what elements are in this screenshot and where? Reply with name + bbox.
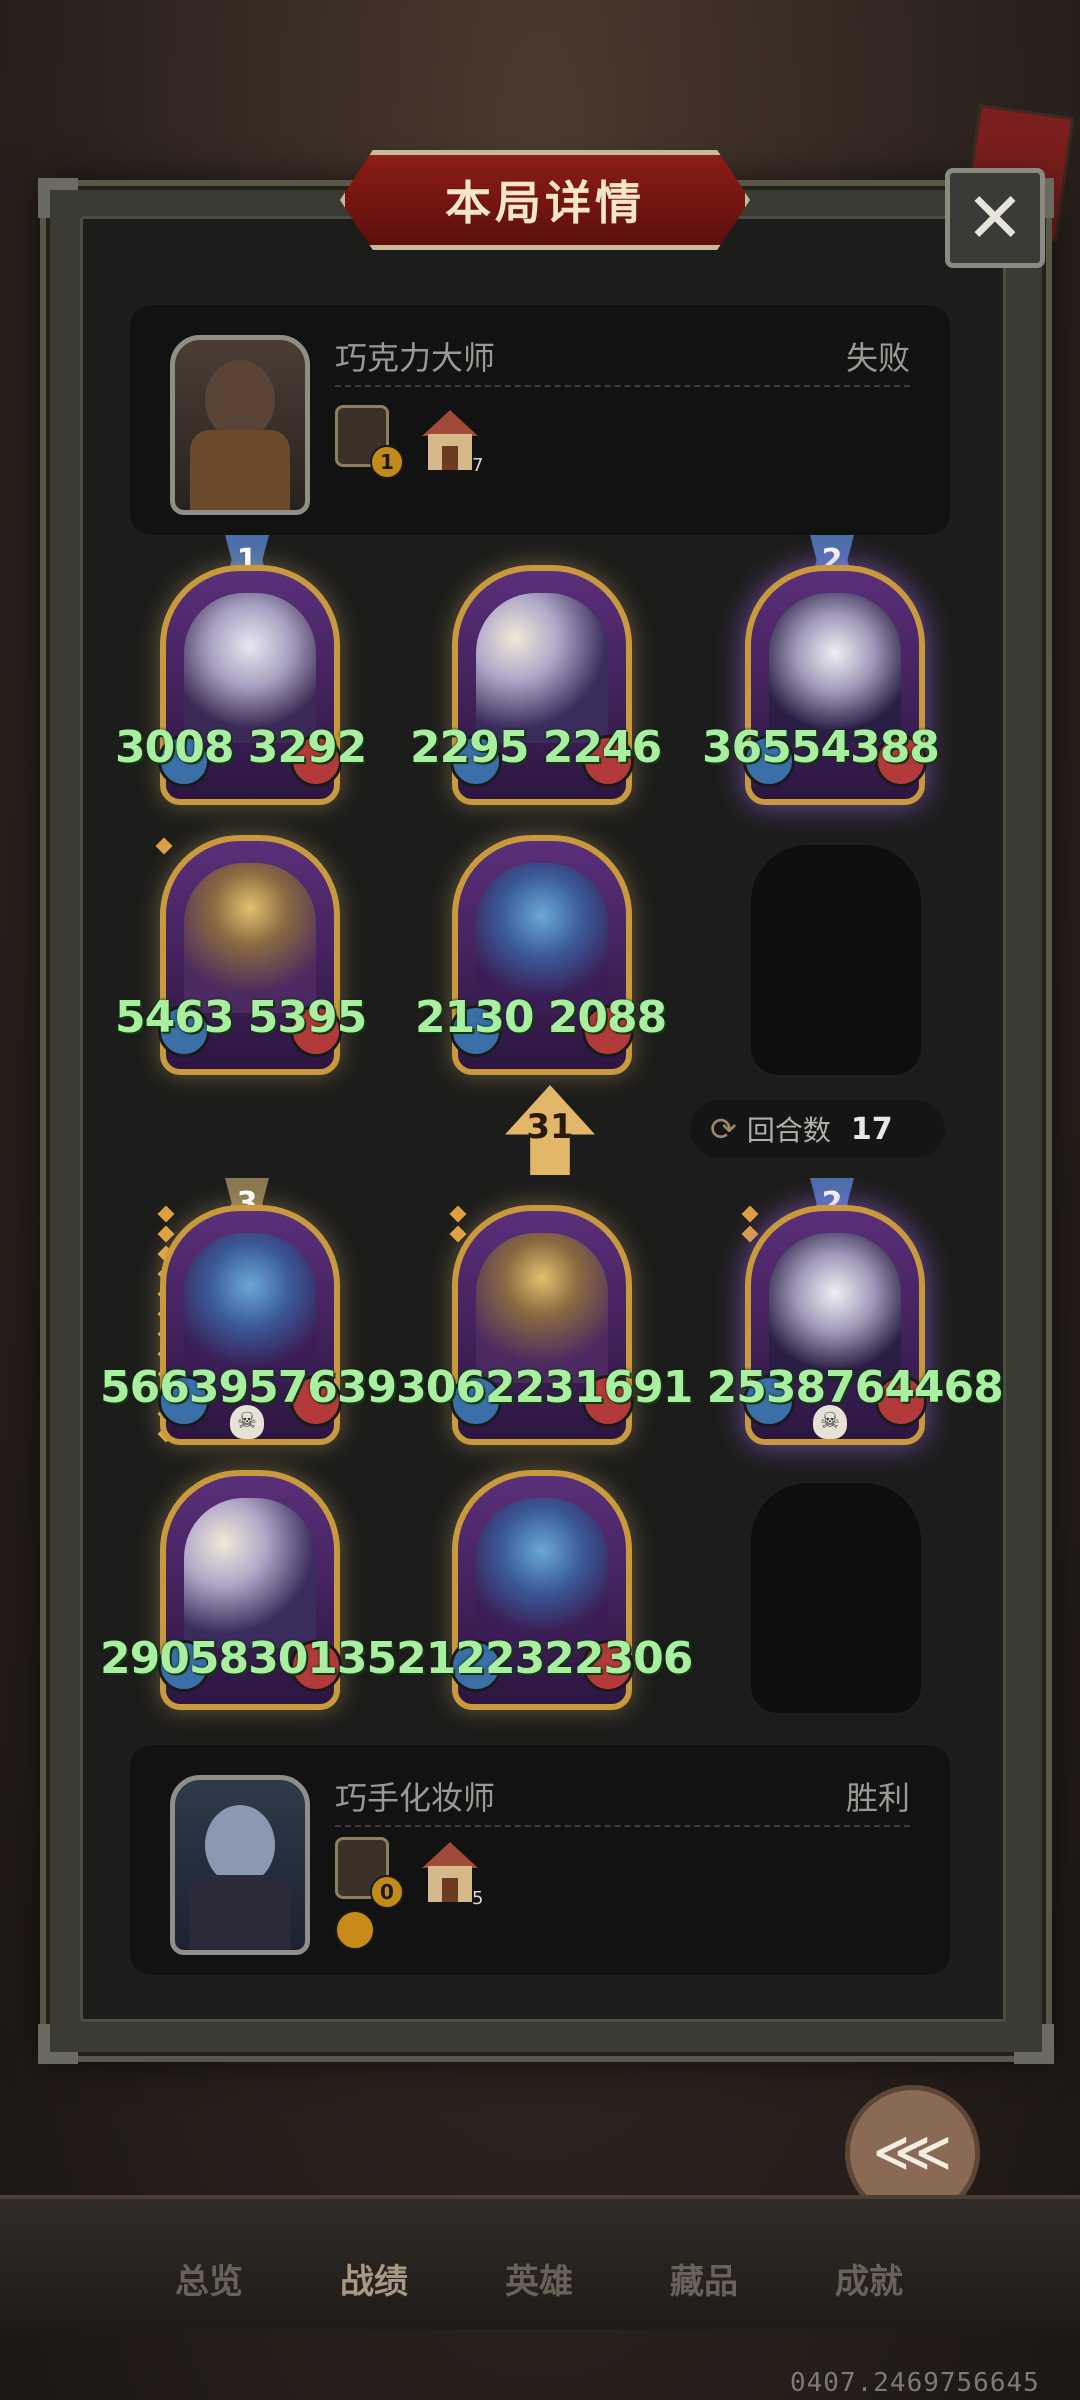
divider <box>335 385 910 387</box>
hero-level-badge: 1 <box>370 445 404 479</box>
hero-portrait <box>476 593 608 743</box>
house-icon[interactable] <box>422 410 478 470</box>
bottom-nav: 总览 战绩 英雄 藏品 成就 <box>0 2195 1080 2329</box>
player-panel-bottom: 巧手化妆师 胜利 0 5 <box>130 1745 950 1975</box>
session-id: 0407.2469756645 <box>790 2368 1040 2398</box>
card-stats: 2295 2246 <box>410 722 662 773</box>
hero-portrait <box>184 1498 316 1648</box>
hero-level-badge: 0 <box>370 1875 404 1909</box>
player-name: 巧克力大师 <box>335 339 496 377</box>
page-title: 本局详情 <box>445 176 645 230</box>
hero-portrait <box>184 593 316 743</box>
hero-portrait <box>769 593 901 743</box>
hero-portrait <box>476 863 608 1013</box>
divider <box>335 1825 910 1827</box>
house-count: 5 <box>472 1888 484 1909</box>
hero-portrait <box>184 1233 316 1383</box>
close-icon: ✕ <box>965 177 1025 259</box>
rounds-label: 回合数 <box>746 1114 831 1147</box>
nav-overview[interactable]: 总览 <box>175 2254 243 2303</box>
trinket-icon[interactable] <box>335 1910 375 1950</box>
nav-records[interactable]: 战绩 <box>340 2254 408 2303</box>
frame-corner <box>38 178 78 218</box>
player-avatar[interactable] <box>170 335 310 515</box>
nav-achievements[interactable]: 成就 <box>835 2254 903 2303</box>
player-avatar[interactable] <box>170 1775 310 1955</box>
close-button[interactable]: ✕ <box>945 168 1045 268</box>
level-value: 31 <box>526 1107 574 1147</box>
nav-heroes[interactable]: 英雄 <box>505 2254 573 2303</box>
star-markers <box>155 832 173 860</box>
rounds-indicator: ⟳ 回合数 17 <box>690 1100 945 1158</box>
share-icon: ⋘ <box>872 2120 953 2185</box>
card-stats: 56639576393062231691 2538764468 <box>100 1362 1004 1413</box>
star-markers <box>741 1200 759 1248</box>
empty-slot <box>748 842 924 1078</box>
card-stats: 36554388 <box>702 722 940 773</box>
house-icon[interactable] <box>422 1842 478 1902</box>
hero-portrait <box>476 1233 608 1383</box>
frame-corner <box>1014 2024 1054 2064</box>
rounds-value: 17 <box>850 1111 893 1147</box>
card-stats: 2130 2088 <box>415 992 667 1043</box>
hero-portrait <box>769 1233 901 1383</box>
player-name: 巧手化妆师 <box>335 1779 496 1817</box>
card-stats: 29058301352122322306 <box>100 1633 693 1684</box>
hero-portrait <box>184 863 316 1013</box>
house-count: 7 <box>472 455 484 476</box>
refresh-icon: ⟳ <box>710 1110 737 1148</box>
nav-collection[interactable]: 藏品 <box>670 2254 738 2303</box>
hero-portrait <box>476 1498 608 1648</box>
title-banner: 本局详情 <box>340 150 750 250</box>
card-stats: 5463 5395 <box>115 992 367 1043</box>
match-result: 失败 <box>845 339 910 377</box>
player-panel-top: 巧克力大师 失败 1 7 <box>130 305 950 535</box>
frame-corner <box>38 2024 78 2064</box>
empty-slot <box>748 1480 924 1716</box>
match-result: 胜利 <box>845 1779 910 1817</box>
card-stats: 3008 3292 <box>115 722 367 773</box>
